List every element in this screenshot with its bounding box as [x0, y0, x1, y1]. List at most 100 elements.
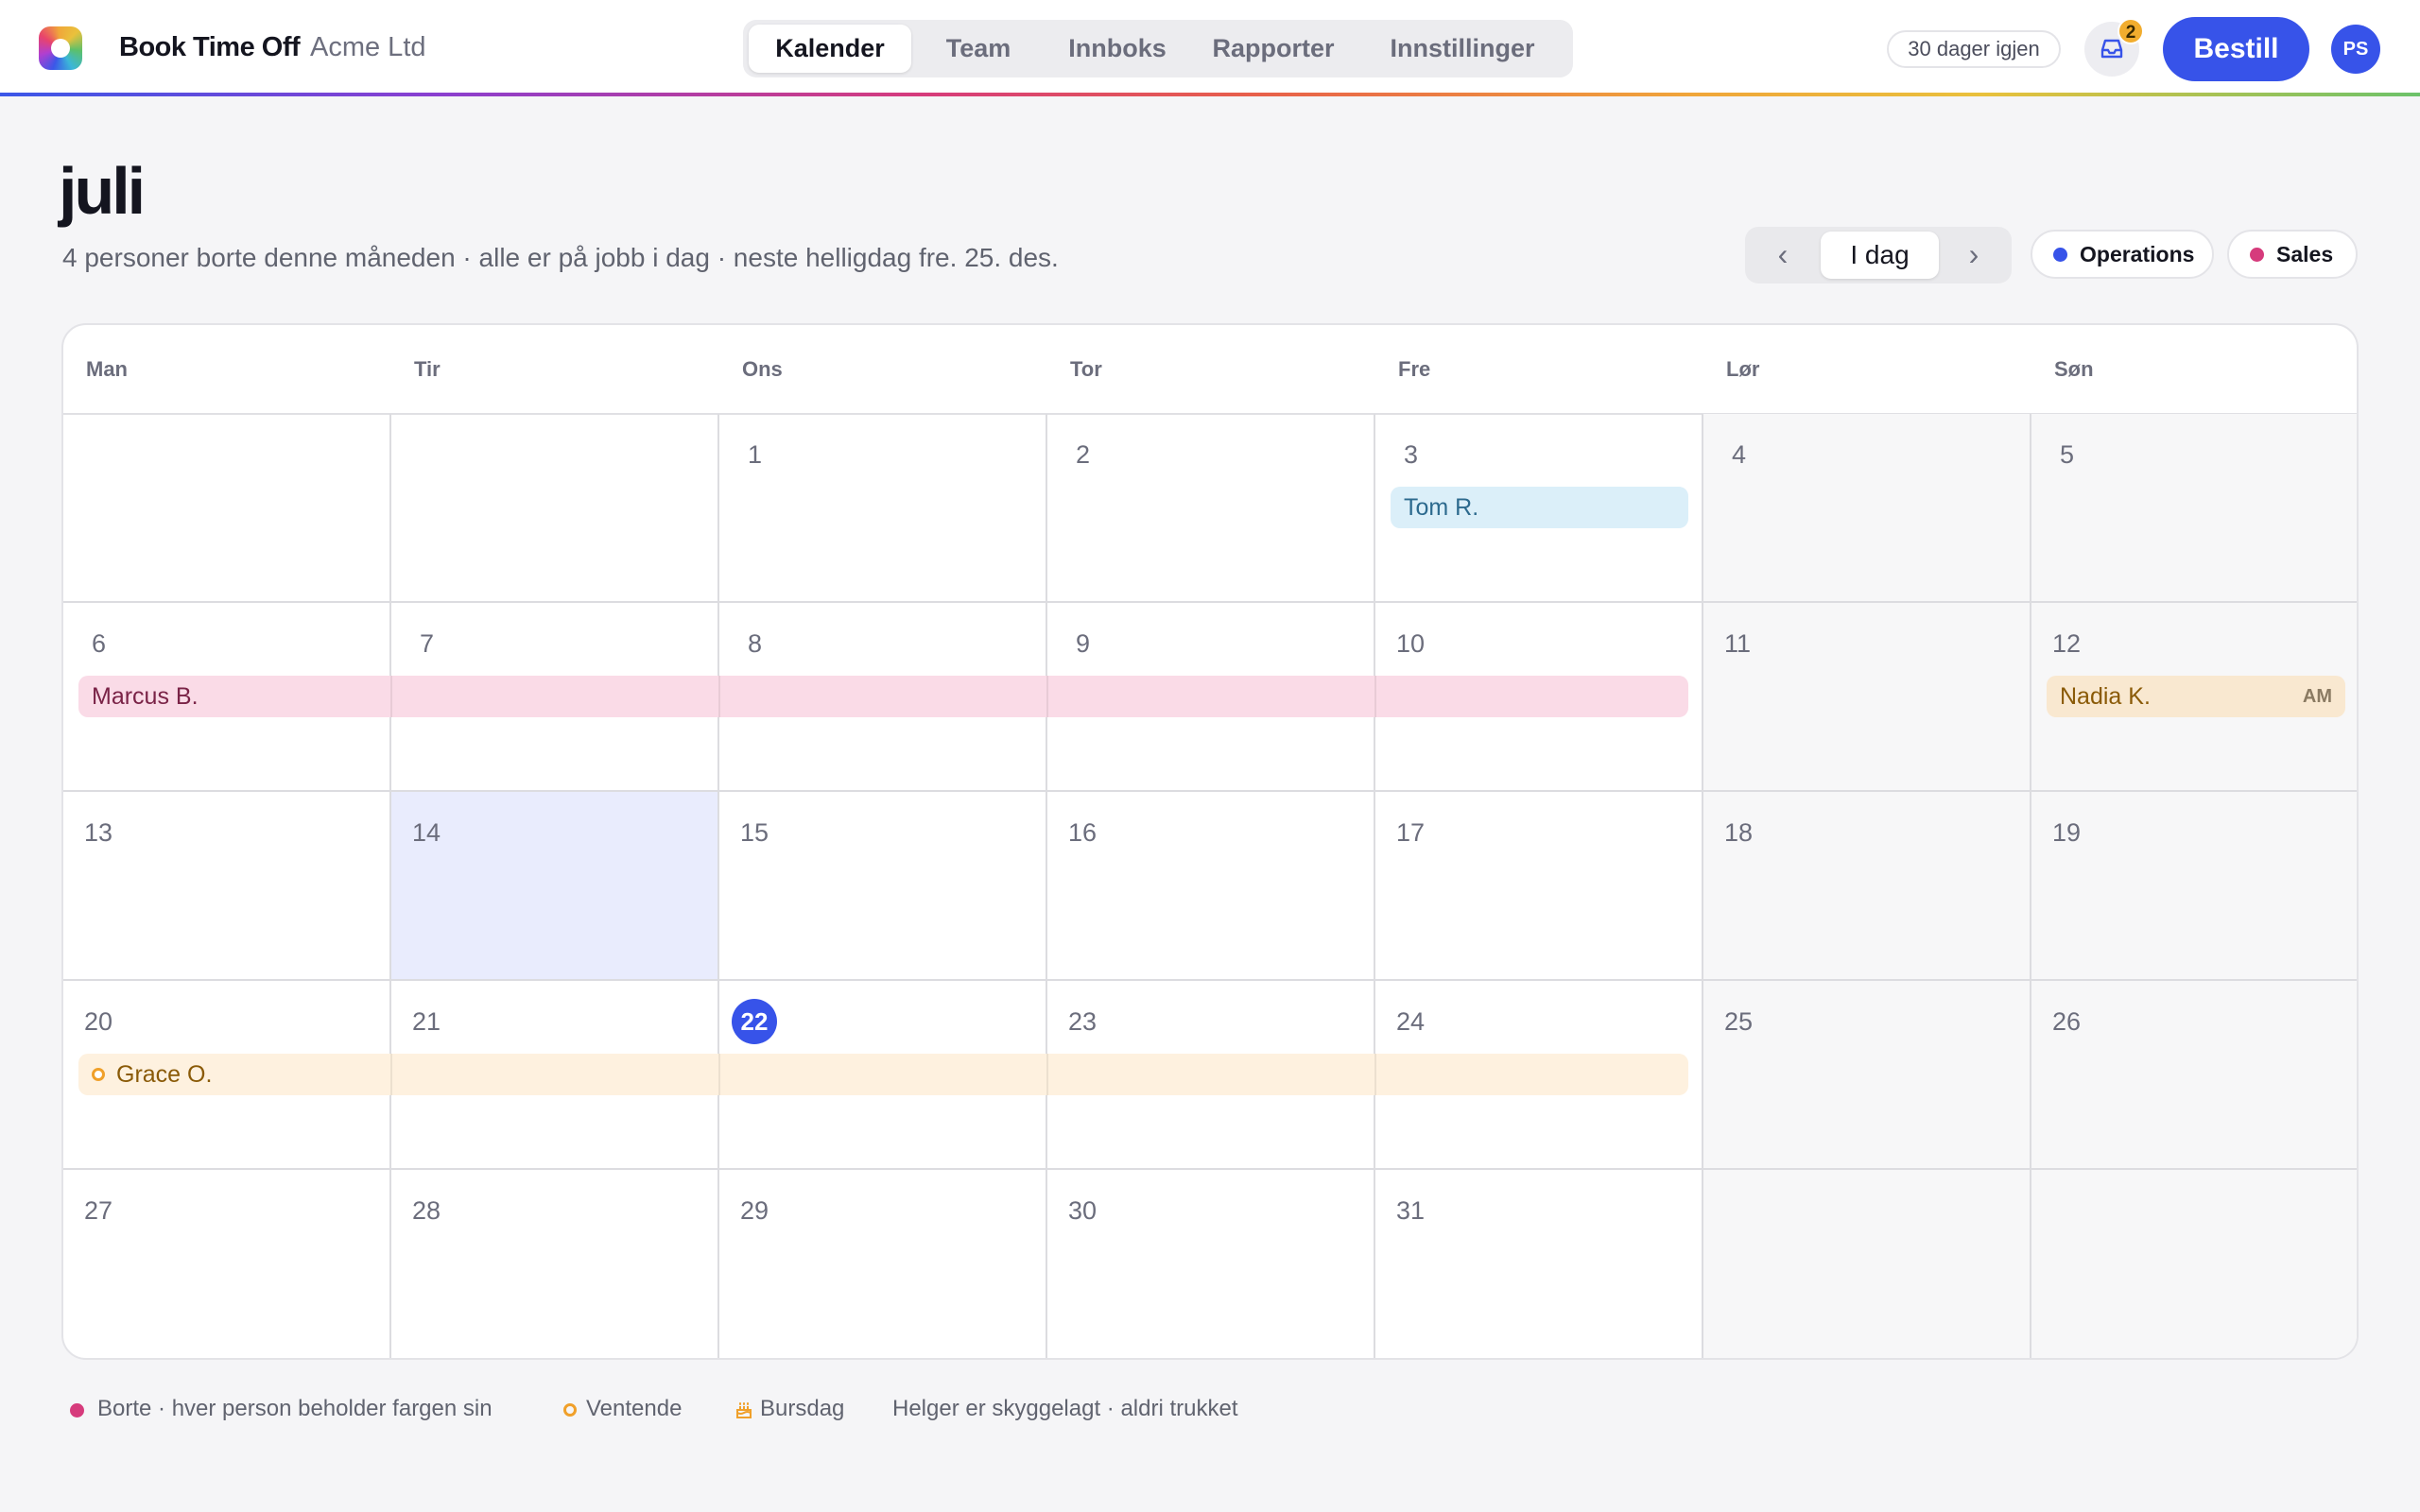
legend-weekends: Helger er skyggelagt · aldri trukket	[892, 1396, 1237, 1422]
event-day-divider	[390, 1054, 392, 1095]
day-number: 27	[84, 1196, 113, 1225]
day-number: 4	[1732, 440, 1747, 469]
event-person-name: Tom R.	[1404, 494, 1479, 521]
filter-chip-sales[interactable]: Sales	[2227, 230, 2358, 279]
day-cell-18[interactable]	[1703, 792, 2031, 981]
day-cell-17[interactable]	[1375, 792, 1703, 981]
day-number: 16	[1068, 818, 1098, 847]
absence-event-grace-o[interactable]: Grace O.	[78, 1054, 1688, 1095]
tab-innstillinger[interactable]: Innstillinger	[1357, 25, 1567, 73]
day-number: 15	[740, 818, 769, 847]
app-logo[interactable]	[39, 26, 82, 70]
weekday-header: Tor	[1070, 357, 1102, 381]
day-number: 29	[740, 1196, 769, 1225]
tab-rapporter[interactable]: Rapporter	[1193, 25, 1354, 73]
legend-birthday-label: Bursdag	[760, 1396, 845, 1421]
day-number: 7	[420, 629, 435, 658]
organization-name: Acme Ltd	[310, 32, 426, 62]
day-number: 12	[2052, 629, 2082, 658]
absence-event-nadia-k[interactable]: Nadia K. AM	[2047, 676, 2345, 717]
days-left-badge: 30 dager igjen	[1887, 30, 2061, 68]
day-cell-27[interactable]	[63, 1170, 391, 1358]
filter-chip-operations[interactable]: Operations	[2031, 230, 2214, 279]
day-cell-15[interactable]	[719, 792, 1047, 981]
day-number: 26	[2052, 1007, 2082, 1036]
weekday-header: Tir	[414, 357, 441, 381]
day-number: 10	[1396, 629, 1426, 658]
day-number: 25	[1724, 1007, 1754, 1036]
day-number: 2	[1076, 440, 1091, 469]
empty-day-cell	[391, 414, 719, 603]
day-number: 8	[748, 629, 763, 658]
day-number: 3	[1404, 440, 1419, 469]
day-cell-28[interactable]	[391, 1170, 719, 1358]
book-time-off-button[interactable]: Bestill	[2163, 17, 2309, 81]
day-cell-25[interactable]	[1703, 981, 2031, 1170]
day-number: 23	[1068, 1007, 1098, 1036]
operations-dot-icon	[2053, 248, 2067, 262]
tab-team[interactable]: Team	[915, 25, 1042, 73]
empty-day-cell	[2031, 1170, 2357, 1358]
day-number: 5	[2060, 440, 2075, 469]
today-button[interactable]: I dag	[1821, 232, 1939, 279]
month-summary: 4 personer borte denne måneden · alle er…	[62, 243, 1059, 272]
day-cell-4[interactable]	[1703, 414, 2031, 603]
next-month-button[interactable]: ›	[1945, 227, 2002, 284]
top-bar: Book Time Off Acme Ltd Kalender Team Inn…	[0, 0, 2420, 94]
user-avatar[interactable]: PS	[2331, 25, 2380, 74]
page-title: juli	[59, 154, 146, 228]
pending-ring-icon	[563, 1403, 577, 1417]
day-cell-11[interactable]	[1703, 603, 2031, 792]
absence-event-marcus-b[interactable]: Marcus B.	[78, 676, 1688, 717]
day-cell-30[interactable]	[1047, 1170, 1375, 1358]
day-cell-2[interactable]	[1047, 414, 1375, 603]
weekday-header: Søn	[2054, 357, 2094, 381]
day-number: 1	[748, 440, 763, 469]
event-half-day-tag: AM	[2302, 686, 2332, 707]
empty-day-cell	[63, 414, 391, 603]
day-number: 19	[2052, 818, 2082, 847]
main-nav: Kalender Team Innboks Rapporter Innstill…	[743, 20, 1573, 77]
filter-chip-label: Operations	[2080, 242, 2195, 266]
tab-innboks[interactable]: Innboks	[1046, 25, 1189, 73]
weekday-header: Ons	[742, 357, 783, 381]
day-number: 9	[1076, 629, 1091, 658]
weekday-header: Lør	[1726, 357, 1760, 381]
day-cell-31[interactable]	[1375, 1170, 1703, 1358]
event-person-name: Marcus B.	[92, 683, 199, 710]
inbox-icon	[2100, 39, 2123, 59]
today-day-number: 22	[732, 999, 777, 1044]
day-number: 24	[1396, 1007, 1426, 1036]
away-dot-icon	[70, 1403, 84, 1418]
day-number: 31	[1396, 1196, 1426, 1225]
day-number: 6	[92, 629, 107, 658]
event-day-divider	[1374, 676, 1376, 717]
day-number: 20	[84, 1007, 113, 1036]
legend-weekends-label: Helger er skyggelagt · aldri trukket	[892, 1396, 1238, 1421]
absence-event-tom-r[interactable]: Tom R.	[1391, 487, 1688, 528]
event-day-divider	[1374, 1054, 1376, 1095]
event-day-divider	[1046, 1054, 1048, 1095]
day-number: 30	[1068, 1196, 1098, 1225]
day-number: 21	[412, 1007, 441, 1036]
day-cell-16[interactable]	[1047, 792, 1375, 981]
day-cell-29[interactable]	[719, 1170, 1047, 1358]
event-person-name: Grace O.	[116, 1061, 213, 1088]
day-number: 13	[84, 818, 113, 847]
day-number: 28	[412, 1196, 441, 1225]
day-cell-14[interactable]	[391, 792, 719, 981]
app-name: Book Time Off	[119, 32, 301, 62]
event-person-name: Nadia K.	[2060, 683, 2151, 710]
birthday-cake-icon	[736, 1402, 752, 1418]
previous-month-button[interactable]: ‹	[1754, 227, 1811, 284]
day-cell-1[interactable]	[719, 414, 1047, 603]
day-cell-13[interactable]	[63, 792, 391, 981]
day-cell-5[interactable]	[2031, 414, 2357, 603]
event-day-divider	[1046, 676, 1048, 717]
event-day-divider	[718, 676, 720, 717]
event-day-divider	[718, 1054, 720, 1095]
day-number: 18	[1724, 818, 1754, 847]
day-number: 17	[1396, 818, 1426, 847]
empty-day-cell	[1703, 1170, 2031, 1358]
tab-kalender[interactable]: Kalender	[749, 25, 911, 73]
